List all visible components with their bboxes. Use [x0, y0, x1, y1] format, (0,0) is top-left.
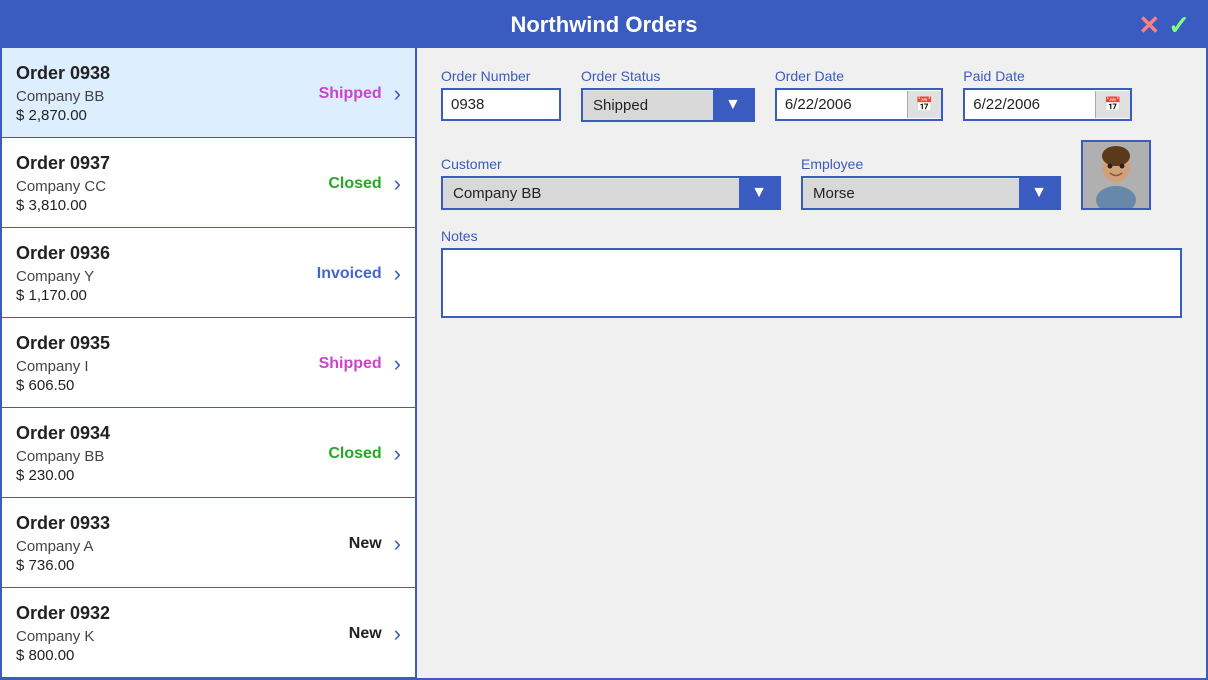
order-title: Order 0935	[16, 333, 282, 354]
employee-select[interactable]: MorseOther	[803, 179, 1019, 208]
paid-date-field: Paid Date 📅	[963, 68, 1131, 122]
employee-wrapper: MorseOther ▼	[801, 176, 1061, 210]
list-item[interactable]: Order 0935 Company I $ 606.50 Shipped ›	[2, 318, 415, 408]
detail-row-1: Order Number Order Status NewInvoicedShi…	[441, 68, 1182, 122]
order-info: Order 0934 Company BB $ 230.00	[16, 423, 282, 484]
order-company: Company CC	[16, 178, 282, 195]
order-info: Order 0937 Company CC $ 3,810.00	[16, 153, 282, 214]
order-date-picker-btn[interactable]: 📅	[907, 91, 941, 118]
customer-wrapper: Company ACompany BBCompany CCCompany ICo…	[441, 176, 781, 210]
order-amount: $ 3,810.00	[16, 197, 282, 214]
order-company: Company BB	[16, 448, 282, 465]
confirm-button[interactable]: ✓	[1168, 12, 1190, 38]
title-bar: Northwind Orders ✕ ✓	[2, 2, 1206, 48]
order-status: Invoiced	[282, 265, 382, 283]
paid-date-input[interactable]	[965, 90, 1095, 119]
order-amount: $ 230.00	[16, 467, 282, 484]
order-status: Shipped	[282, 85, 382, 103]
order-info: Order 0938 Company BB $ 2,870.00	[16, 63, 282, 124]
app-title: Northwind Orders	[510, 12, 697, 37]
order-company: Company K	[16, 628, 282, 645]
chevron-right-icon: ›	[394, 81, 401, 107]
order-title: Order 0934	[16, 423, 282, 444]
order-title: Order 0932	[16, 603, 282, 624]
list-item[interactable]: Order 0932 Company K $ 800.00 New ›	[2, 588, 415, 678]
order-date-label: Order Date	[775, 68, 943, 84]
employee-avatar-svg	[1083, 142, 1149, 208]
order-info: Order 0932 Company K $ 800.00	[16, 603, 282, 664]
customer-label: Customer	[441, 156, 781, 172]
customer-select[interactable]: Company ACompany BBCompany CCCompany ICo…	[443, 179, 739, 208]
chevron-right-icon: ›	[394, 441, 401, 467]
order-status-field: Order Status NewInvoicedShippedClosed ▼	[581, 68, 755, 122]
order-status: Shipped	[282, 355, 382, 373]
order-amount: $ 606.50	[16, 377, 282, 394]
title-bar-buttons: ✕ ✓	[1138, 12, 1190, 38]
order-detail: Order Number Order Status NewInvoicedShi…	[417, 48, 1206, 678]
order-info: Order 0935 Company I $ 606.50	[16, 333, 282, 394]
order-company: Company BB	[16, 88, 282, 105]
chevron-right-icon: ›	[394, 351, 401, 377]
paid-date-picker-btn[interactable]: 📅	[1095, 91, 1129, 118]
list-item[interactable]: Order 0934 Company BB $ 230.00 Closed ›	[2, 408, 415, 498]
order-list: Order 0938 Company BB $ 2,870.00 Shipped…	[2, 48, 417, 678]
order-title: Order 0936	[16, 243, 282, 264]
order-amount: $ 2,870.00	[16, 107, 282, 124]
employee-dropdown-btn[interactable]: ▼	[1019, 178, 1059, 208]
customer-field: Customer Company ACompany BBCompany CCCo…	[441, 156, 781, 210]
detail-row-3: Notes	[441, 228, 1182, 318]
chevron-right-icon: ›	[394, 531, 401, 557]
order-amount: $ 1,170.00	[16, 287, 282, 304]
employee-label: Employee	[801, 156, 1061, 172]
order-date-field: Order Date 📅	[775, 68, 943, 122]
order-company: Company I	[16, 358, 282, 375]
notes-input[interactable]	[441, 248, 1182, 318]
order-amount: $ 800.00	[16, 647, 282, 664]
close-button[interactable]: ✕	[1138, 12, 1160, 38]
order-status-select[interactable]: NewInvoicedShippedClosed	[583, 91, 713, 120]
order-date-input[interactable]	[777, 90, 907, 119]
notes-field: Notes	[441, 228, 1182, 318]
order-status: New	[282, 535, 382, 553]
app-window: Northwind Orders ✕ ✓ Order 0938 Company …	[0, 0, 1208, 680]
order-number-label: Order Number	[441, 68, 561, 84]
order-company: Company Y	[16, 268, 282, 285]
list-item[interactable]: Order 0937 Company CC $ 3,810.00 Closed …	[2, 138, 415, 228]
order-amount: $ 736.00	[16, 557, 282, 574]
order-title: Order 0933	[16, 513, 282, 534]
order-date-wrapper: 📅	[775, 88, 943, 121]
order-info: Order 0936 Company Y $ 1,170.00	[16, 243, 282, 304]
order-status-label: Order Status	[581, 68, 755, 84]
chevron-right-icon: ›	[394, 621, 401, 647]
order-info: Order 0933 Company A $ 736.00	[16, 513, 282, 574]
order-status: New	[282, 625, 382, 643]
notes-label: Notes	[441, 228, 1182, 244]
order-title: Order 0937	[16, 153, 282, 174]
list-item[interactable]: Order 0936 Company Y $ 1,170.00 Invoiced…	[2, 228, 415, 318]
order-title: Order 0938	[16, 63, 282, 84]
employee-photo	[1081, 140, 1151, 210]
employee-field: Employee MorseOther ▼	[801, 156, 1061, 210]
order-status-dropdown-btn[interactable]: ▼	[713, 90, 753, 120]
order-status: Closed	[282, 445, 382, 463]
chevron-right-icon: ›	[394, 261, 401, 287]
customer-dropdown-btn[interactable]: ▼	[739, 178, 779, 208]
chevron-right-icon: ›	[394, 171, 401, 197]
order-number-field: Order Number	[441, 68, 561, 122]
order-status-wrapper: NewInvoicedShippedClosed ▼	[581, 88, 755, 122]
order-status: Closed	[282, 175, 382, 193]
order-company: Company A	[16, 538, 282, 555]
paid-date-label: Paid Date	[963, 68, 1131, 84]
list-item[interactable]: Order 0938 Company BB $ 2,870.00 Shipped…	[2, 48, 415, 138]
detail-row-2: Customer Company ACompany BBCompany CCCo…	[441, 140, 1182, 210]
paid-date-wrapper: 📅	[963, 88, 1131, 121]
order-number-input[interactable]	[441, 88, 561, 121]
main-content: Order 0938 Company BB $ 2,870.00 Shipped…	[2, 48, 1206, 678]
list-item[interactable]: Order 0933 Company A $ 736.00 New ›	[2, 498, 415, 588]
